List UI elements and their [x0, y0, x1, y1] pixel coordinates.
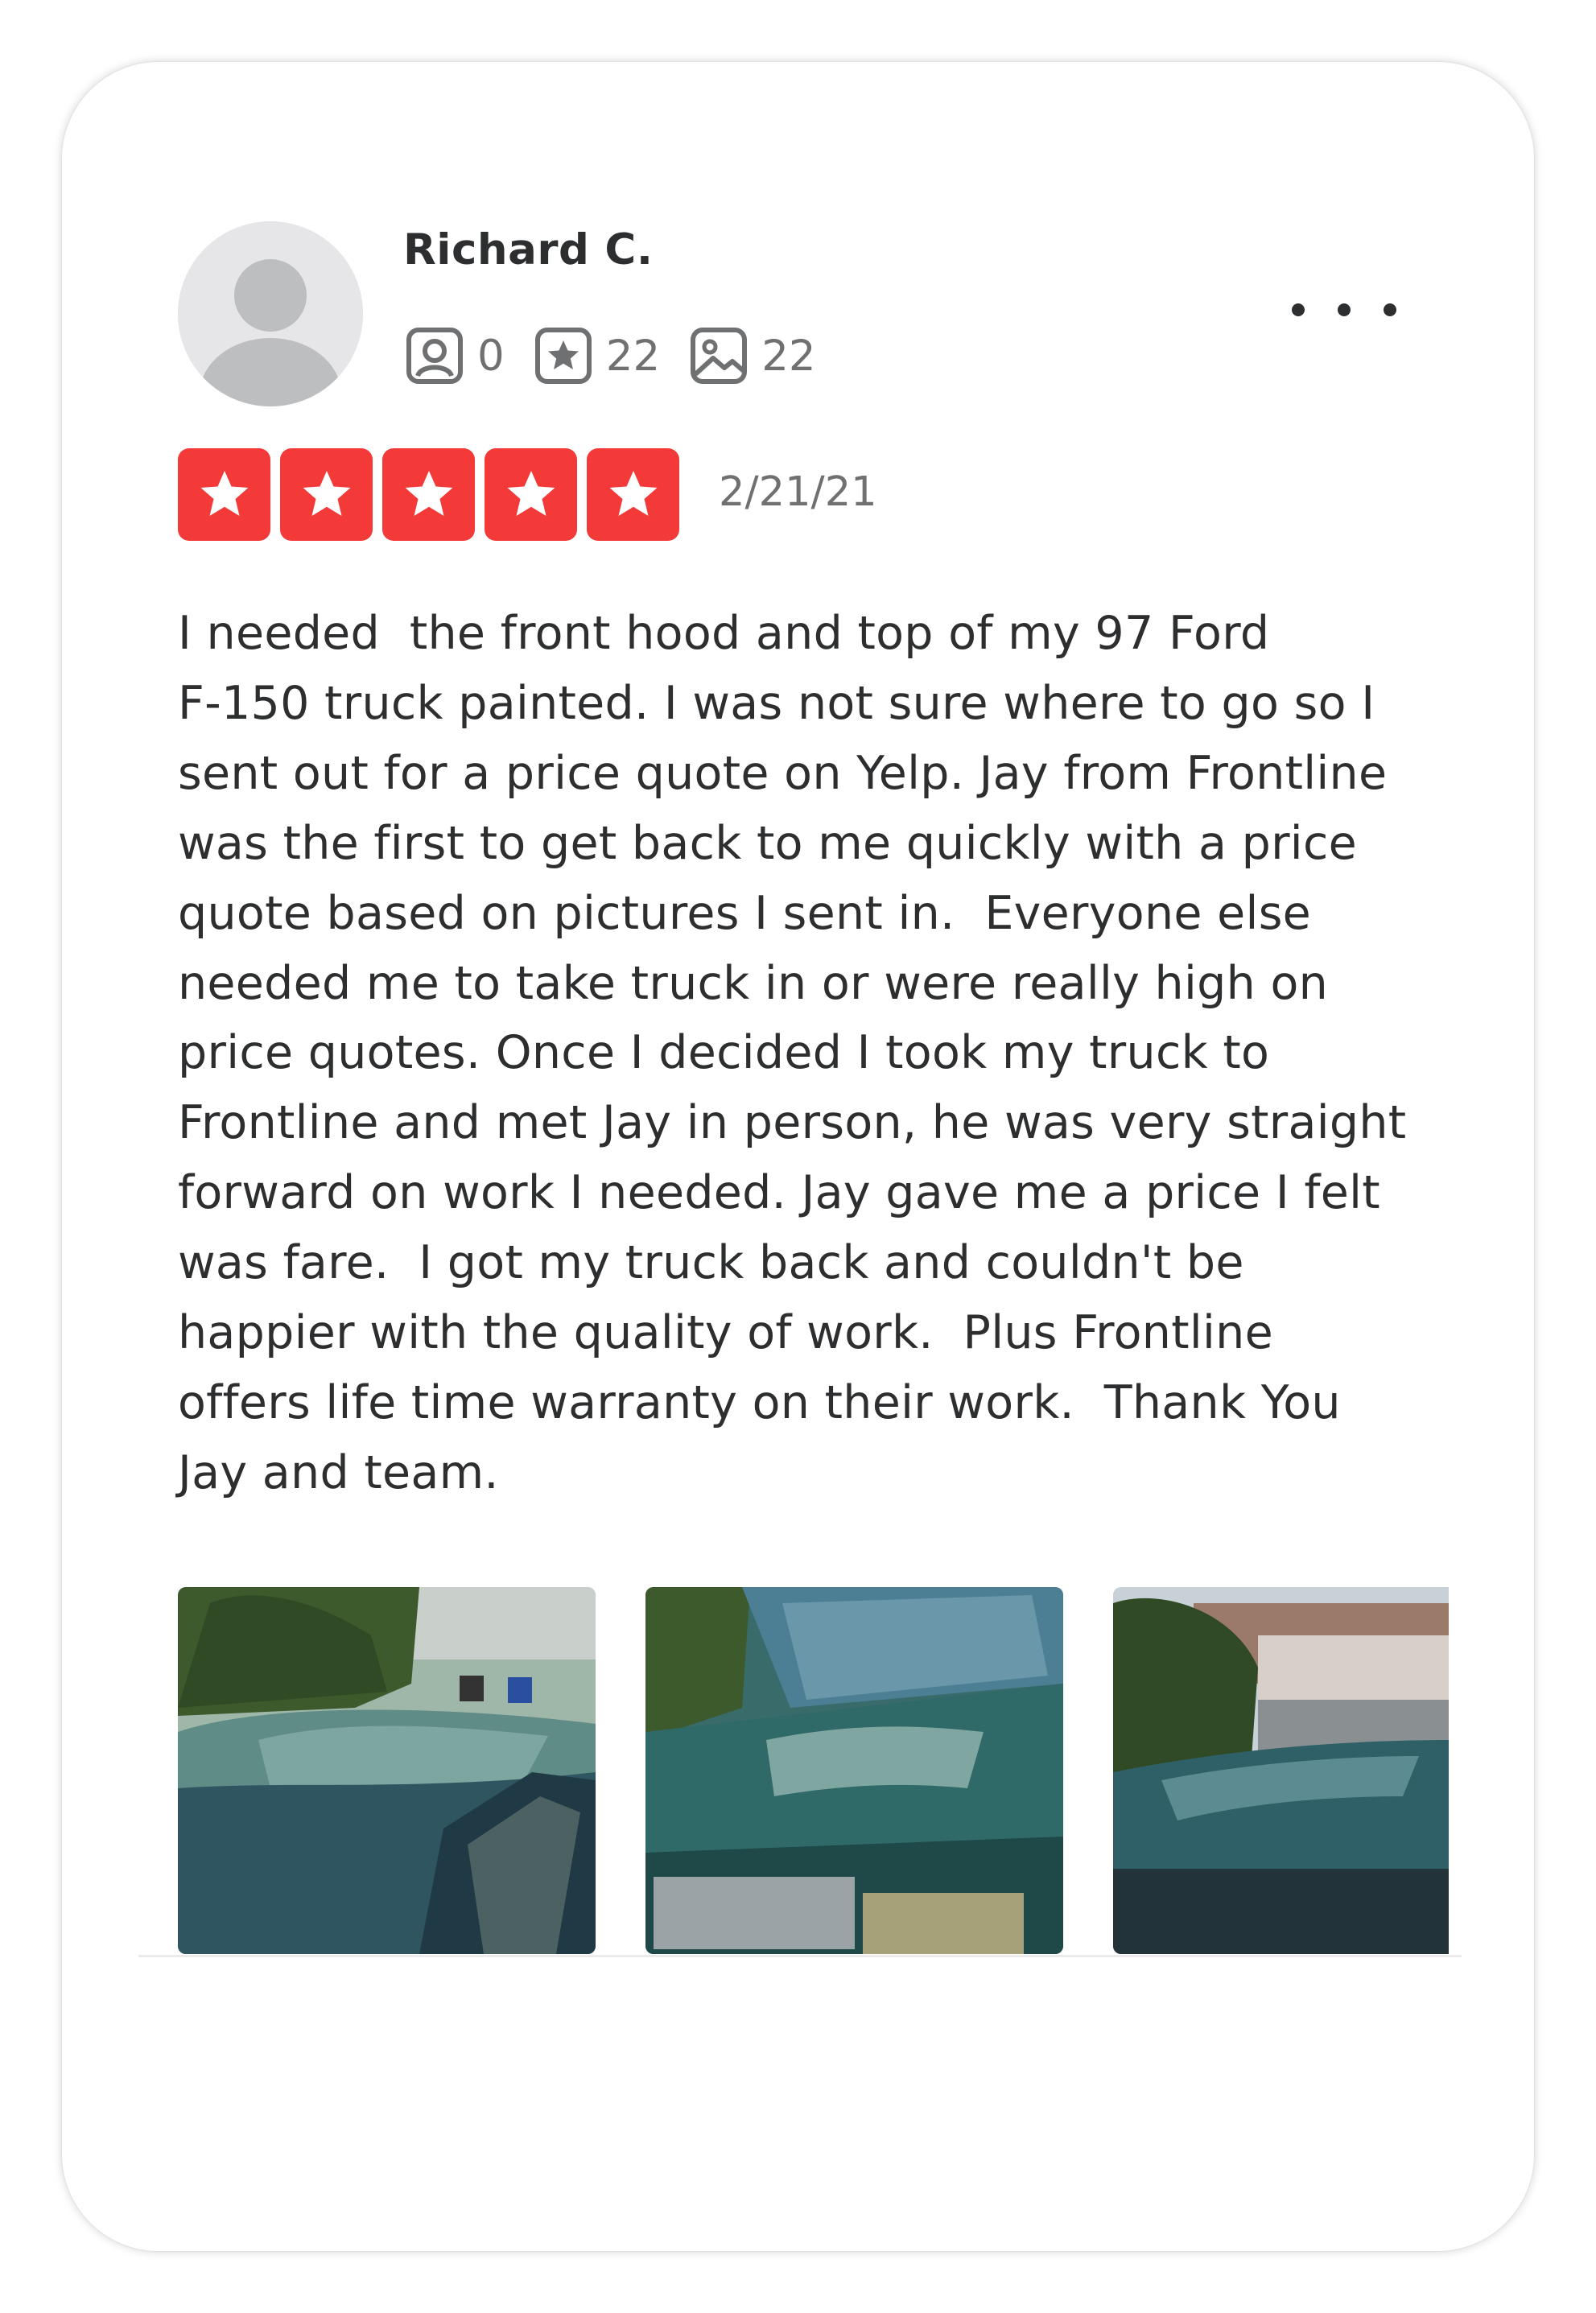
more-dot — [1338, 303, 1351, 316]
more-dot — [1384, 303, 1396, 316]
default-avatar-icon — [178, 221, 363, 406]
reviews-stat: 22 — [534, 326, 660, 386]
reviews-star-icon — [534, 326, 593, 386]
user-name[interactable]: Richard C. — [403, 225, 653, 274]
rating-star-icon — [382, 448, 475, 541]
rating-star-icon — [587, 448, 679, 541]
photos-icon — [689, 326, 749, 386]
review-text-line: sent out for a price quote on Yelp. Jay … — [178, 746, 1388, 800]
review-text: I needed the front hood and top of my 97… — [178, 599, 1498, 1508]
rating-star-icon — [485, 448, 577, 541]
photos-divider — [138, 1955, 1462, 1957]
rating-star-icon — [280, 448, 373, 541]
user-avatar[interactable] — [178, 221, 363, 406]
review-date: 2/21/21 — [719, 468, 877, 516]
rating-star-icon — [178, 448, 270, 541]
review-text-line: Jay and team. — [178, 1445, 499, 1499]
photos-count: 22 — [761, 331, 816, 381]
review-text-line: offers life time warranty on their work.… — [178, 1375, 1341, 1429]
review-text-line: quote based on pictures I sent in. Every… — [178, 886, 1312, 940]
friends-icon — [405, 326, 464, 386]
review-text-line: was fare. I got my truck back and couldn… — [178, 1236, 1244, 1290]
review-text-line: forward on work I needed. Jay gave me a … — [178, 1166, 1380, 1220]
more-dots-icon — [1292, 303, 1305, 316]
review-text-line: F-150 truck painted. I was not sure wher… — [178, 676, 1375, 730]
photos-stat: 22 — [689, 326, 816, 386]
reviews-count: 22 — [605, 331, 661, 381]
friends-count: 0 — [477, 331, 505, 381]
user-stats: 0 22 22 — [405, 324, 845, 388]
star-rating — [178, 448, 689, 541]
review-photo-truck-hood[interactable] — [645, 1587, 1063, 1954]
review-text-line: was the first to get back to me quickly … — [178, 816, 1357, 870]
review-text-line: needed me to take truck in or were reall… — [178, 956, 1329, 1010]
more-options-button[interactable] — [1292, 286, 1396, 334]
review-text-line: price quotes. Once I decided I took my t… — [178, 1026, 1270, 1080]
review-text-line: happier with the quality of work. Plus F… — [178, 1306, 1273, 1360]
friends-stat: 0 — [405, 326, 505, 386]
review-photo-truck-roof-side[interactable] — [1113, 1587, 1449, 1954]
review-text-line: Frontline and met Jay in person, he was … — [178, 1096, 1407, 1150]
review-text-line: I needed the front hood and top of my 97… — [178, 607, 1270, 660]
review-photo-truck-roof[interactable] — [178, 1587, 596, 1954]
